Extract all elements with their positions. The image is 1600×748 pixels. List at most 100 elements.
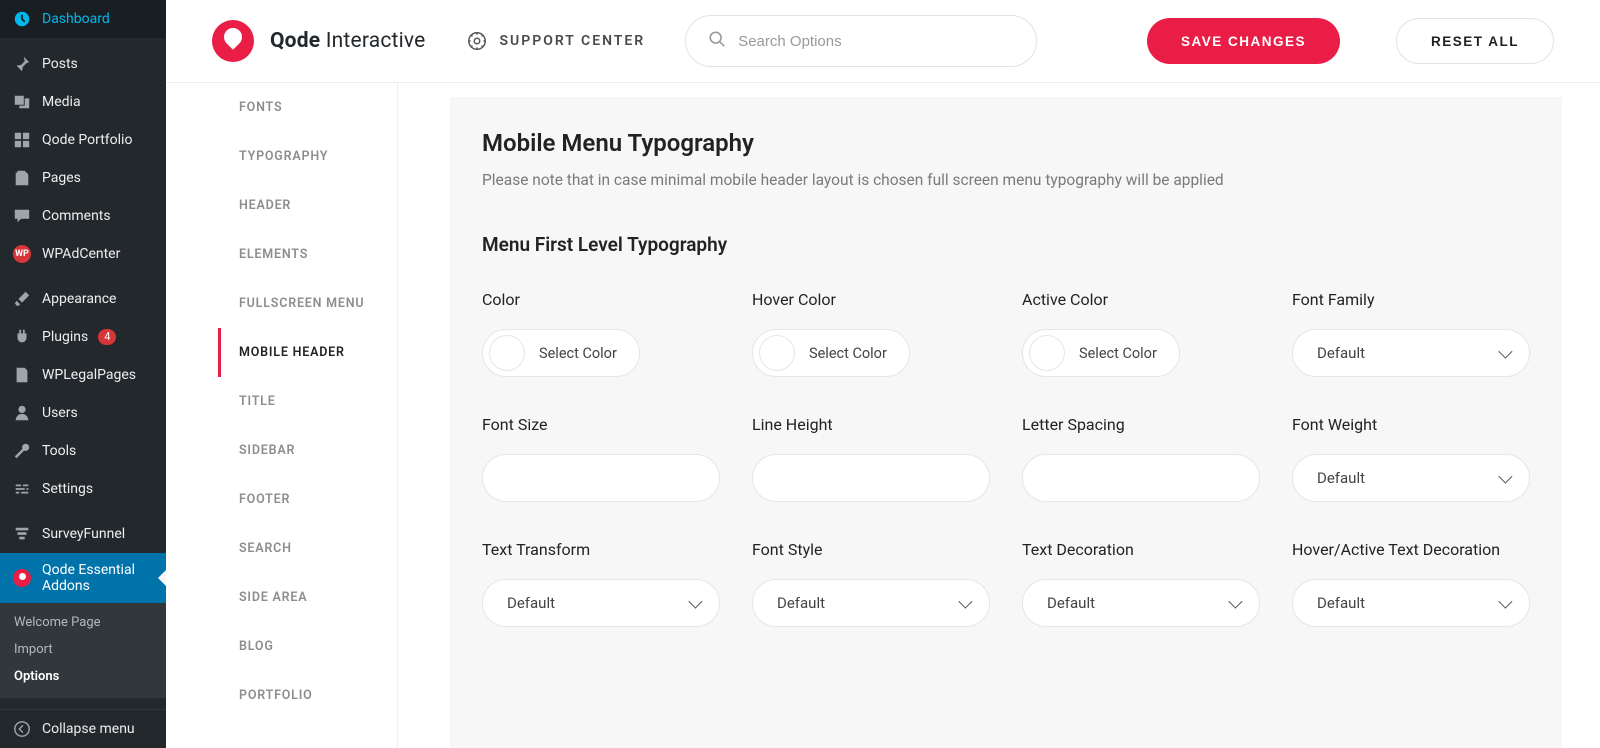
tab-mobile-header[interactable]: MOBILE HEADER	[218, 328, 397, 377]
search-options[interactable]	[685, 15, 1037, 67]
field-label: Line Height	[752, 415, 990, 434]
brand: Qode Interactive	[212, 20, 426, 62]
field-letter-spacing: Letter Spacing	[1022, 415, 1260, 502]
sidebar-item-comments[interactable]: Comments	[0, 197, 166, 235]
sidebar-item-label: WPLegalPages	[42, 367, 136, 383]
tab-fullscreen-menu[interactable]: FULLSCREEN MENU	[218, 279, 397, 328]
pin-icon	[12, 54, 32, 74]
support-gear-icon	[466, 30, 488, 52]
tab-elements[interactable]: ELEMENTS	[218, 230, 397, 279]
sidebar-item-settings[interactable]: Settings	[0, 470, 166, 508]
sidebar-item-plugins[interactable]: Plugins 4	[0, 318, 166, 356]
font-size-input[interactable]	[501, 470, 701, 487]
search-input[interactable]	[738, 33, 1014, 50]
submenu-options[interactable]: Options	[0, 663, 166, 690]
chevron-down-icon	[688, 595, 702, 609]
select-value: Default	[507, 594, 555, 612]
topbar: Qode Interactive SUPPORT CENTER SAVE CHA…	[166, 0, 1600, 83]
dashboard-icon	[12, 9, 32, 29]
tab-search[interactable]: SEARCH	[218, 524, 397, 573]
sidebar-item-dashboard[interactable]: Dashboard	[0, 0, 166, 38]
pages-icon	[12, 168, 32, 188]
tab-fonts[interactable]: FONTS	[218, 83, 397, 132]
select-value: Default	[1317, 594, 1365, 612]
sidebar-item-wplegalpages[interactable]: WPLegalPages	[0, 356, 166, 394]
search-icon	[708, 30, 726, 52]
text-decoration-select[interactable]: Default	[1022, 579, 1260, 627]
sidebar-item-qode-portfolio[interactable]: Qode Portfolio	[0, 121, 166, 159]
letter-spacing-input-wrap	[1022, 454, 1260, 502]
sidebar-item-label: Users	[42, 405, 78, 421]
chevron-down-icon	[1498, 345, 1512, 359]
field-line-height: Line Height	[752, 415, 990, 502]
plug-icon	[12, 327, 32, 347]
sidebar-item-tools[interactable]: Tools	[0, 432, 166, 470]
sidebar-item-label: Qode Portfolio	[42, 132, 132, 148]
tab-footer[interactable]: FOOTER	[218, 475, 397, 524]
qode-icon	[12, 568, 32, 588]
sidebar-item-surveyfunnel[interactable]: SurveyFunnel	[0, 515, 166, 553]
sidebar-submenu: Welcome Page Import Options	[0, 603, 166, 698]
letter-spacing-input[interactable]	[1041, 470, 1241, 487]
comment-icon	[12, 206, 32, 226]
survey-icon	[12, 524, 32, 544]
tab-blog[interactable]: BLOG	[218, 622, 397, 671]
sidebar-item-appearance[interactable]: Appearance	[0, 280, 166, 318]
field-label: Text Transform	[482, 540, 720, 559]
sidebar-item-label: Qode Essential Addons	[42, 562, 154, 594]
sidebar-item-qode-essential-addons[interactable]: Qode Essential Addons	[0, 553, 166, 603]
field-text-decoration: Text Decoration Default	[1022, 540, 1260, 627]
reset-all-button[interactable]: RESET ALL	[1396, 18, 1554, 64]
font-style-select[interactable]: Default	[752, 579, 990, 627]
field-label: Font Weight	[1292, 415, 1530, 434]
media-icon	[12, 92, 32, 112]
section-title: Menu First Level Typography	[482, 233, 1530, 256]
tab-portfolio[interactable]: PORTFOLIO	[218, 671, 397, 720]
brand-logo-icon	[212, 20, 254, 62]
font-weight-select[interactable]: Default	[1292, 454, 1530, 502]
hover-color-picker[interactable]: Select Color	[752, 329, 910, 377]
sidebar-item-pages[interactable]: Pages	[0, 159, 166, 197]
text-transform-select[interactable]: Default	[482, 579, 720, 627]
field-hover-color: Hover Color Select Color	[752, 290, 990, 377]
sidebar-item-posts[interactable]: Posts	[0, 45, 166, 83]
chevron-down-icon	[1498, 470, 1512, 484]
sidebar-item-label: Pages	[42, 170, 81, 186]
select-value: Default	[1047, 594, 1095, 612]
submenu-import[interactable]: Import	[0, 636, 166, 663]
plugins-update-badge: 4	[98, 329, 116, 345]
panel-title: Mobile Menu Typography	[482, 129, 1530, 157]
sidebar-item-label: WPAdCenter	[42, 246, 120, 262]
support-center-link[interactable]: SUPPORT CENTER	[466, 30, 646, 52]
sidebar-item-wpadcenter[interactable]: WP WPAdCenter	[0, 235, 166, 273]
field-font-weight: Font Weight Default	[1292, 415, 1530, 502]
sidebar-collapse-label: Collapse menu	[42, 721, 135, 737]
color-picker[interactable]: Select Color	[482, 329, 640, 377]
main-area: Qode Interactive SUPPORT CENTER SAVE CHA…	[166, 0, 1600, 748]
field-label: Letter Spacing	[1022, 415, 1260, 434]
sidebar-item-users[interactable]: Users	[0, 394, 166, 432]
field-label: Hover/Active Text Decoration	[1292, 540, 1530, 559]
active-color-picker[interactable]: Select Color	[1022, 329, 1180, 377]
field-font-style: Font Style Default	[752, 540, 990, 627]
tab-sidebar[interactable]: SIDEBAR	[218, 426, 397, 475]
chevron-down-icon	[1498, 595, 1512, 609]
hover-active-text-decoration-select[interactable]: Default	[1292, 579, 1530, 627]
sidebar-separator	[0, 273, 166, 280]
tab-title[interactable]: TITLE	[218, 377, 397, 426]
line-height-input[interactable]	[771, 470, 971, 487]
sidebar-collapse[interactable]: Collapse menu	[0, 709, 166, 748]
sidebar-item-media[interactable]: Media	[0, 83, 166, 121]
tab-typography[interactable]: TYPOGRAPHY	[218, 132, 397, 181]
field-text-transform: Text Transform Default	[482, 540, 720, 627]
submenu-welcome-page[interactable]: Welcome Page	[0, 609, 166, 636]
content-panel: Mobile Menu Typography Please note that …	[450, 97, 1562, 748]
font-family-select[interactable]: Default	[1292, 329, 1530, 377]
save-changes-button[interactable]: SAVE CHANGES	[1147, 18, 1340, 64]
tab-side-area[interactable]: SIDE AREA	[218, 573, 397, 622]
tab-header[interactable]: HEADER	[218, 181, 397, 230]
field-font-family: Font Family Default	[1292, 290, 1530, 377]
sidebar-separator	[0, 508, 166, 515]
chevron-down-icon	[1228, 595, 1242, 609]
sidebar-item-label: Tools	[42, 443, 76, 459]
